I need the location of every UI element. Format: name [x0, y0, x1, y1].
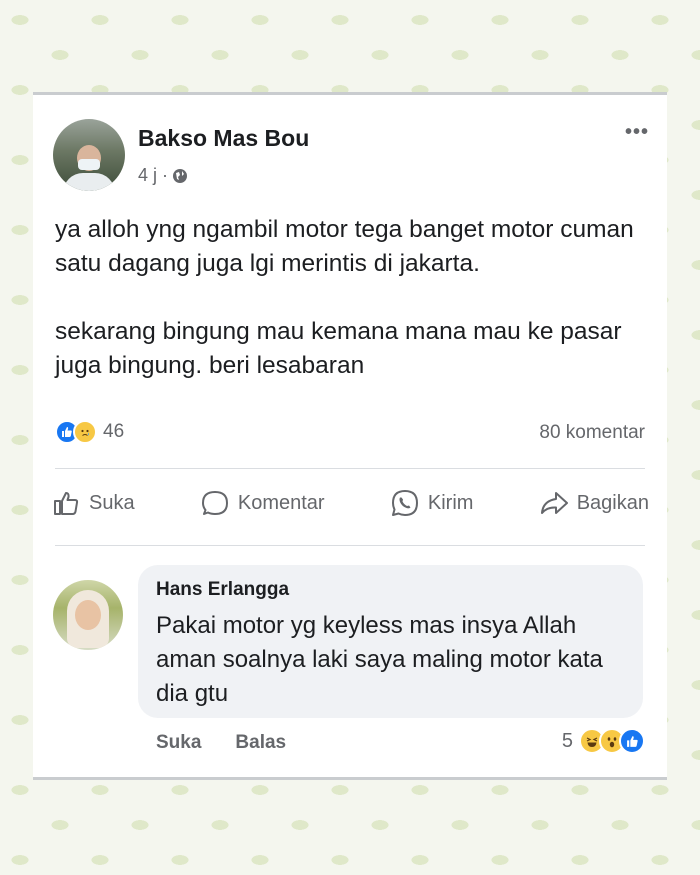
like-label: Suka: [89, 491, 135, 514]
comment-actions: Suka Balas: [156, 732, 286, 754]
reaction-count: 46: [103, 421, 125, 442]
author-avatar[interactable]: [53, 119, 125, 191]
globe-icon: [173, 168, 188, 183]
post-meta: 4 j ·: [138, 165, 188, 186]
sad-icon: [73, 420, 97, 444]
share-button[interactable]: Bagikan: [539, 488, 649, 518]
like-icon: [619, 728, 645, 754]
post-card: Bakso Mas Bou 4 j · ••• ya alloh yng nga…: [33, 92, 667, 780]
post-reactions[interactable]: 46: [55, 420, 124, 444]
comment-author-name[interactable]: Hans Erlangga: [156, 579, 289, 601]
post-text-paragraph: sekarang bingung mau kemana mana mau ke …: [55, 318, 622, 379]
comment-button[interactable]: Komentar: [200, 488, 325, 518]
comment-reply-button[interactable]: Balas: [235, 732, 286, 754]
comment-text: Pakai motor yg keyless mas insya Allah a…: [156, 612, 603, 707]
send-label: Kirim: [427, 491, 474, 514]
divider: [55, 468, 645, 469]
comment-bubble: Hans Erlangga Pakai motor yg keyless mas…: [138, 565, 643, 718]
like-button[interactable]: Suka: [51, 488, 135, 518]
comment-like-button[interactable]: Suka: [156, 732, 201, 754]
more-options-icon[interactable]: •••: [625, 121, 649, 144]
post-body: ya alloh yng ngambil motor tega banget m…: [55, 213, 655, 383]
share-arrow-icon: [540, 492, 568, 514]
post-text-paragraph: ya alloh yng ngambil motor tega banget m…: [55, 216, 634, 277]
comment-count[interactable]: 80 komentar: [539, 422, 645, 444]
commenter-avatar[interactable]: [53, 580, 123, 650]
post-action-bar: Suka Komentar Kirim Bagikan: [51, 488, 649, 518]
whatsapp-icon: [391, 490, 418, 516]
share-label: Bagikan: [576, 491, 649, 514]
comment-bubble-icon: [201, 491, 228, 515]
thumbs-up-icon: [54, 492, 79, 515]
comment-reaction-count: 5: [561, 729, 573, 752]
comment-reactions[interactable]: 5: [562, 728, 645, 754]
comment-label: Komentar: [237, 491, 325, 514]
post-time[interactable]: 4 j ·: [138, 165, 168, 186]
divider: [55, 545, 645, 546]
send-button[interactable]: Kirim: [390, 488, 474, 518]
post-author-name[interactable]: Bakso Mas Bou: [138, 125, 309, 152]
